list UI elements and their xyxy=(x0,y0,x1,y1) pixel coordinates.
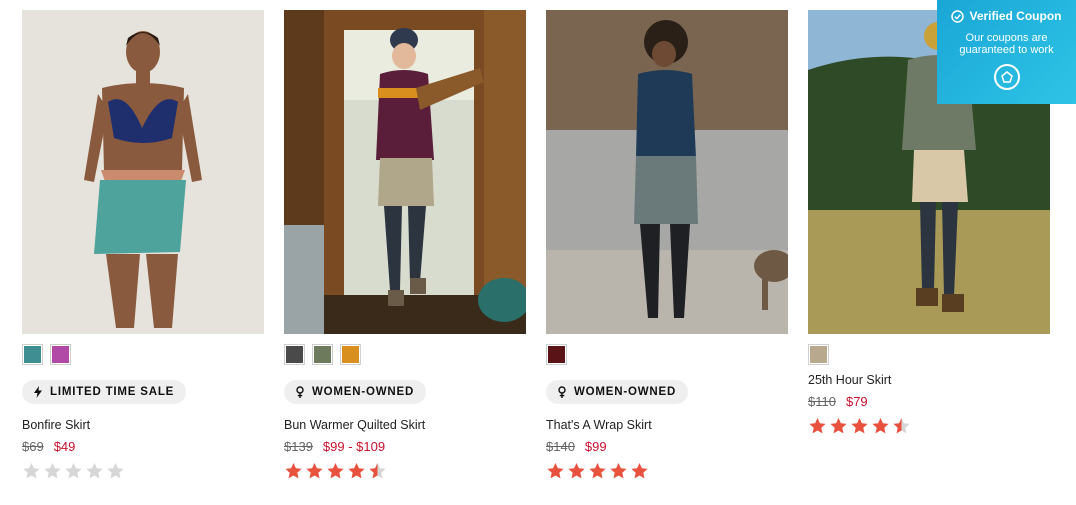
check-circle-icon xyxy=(951,9,965,23)
star-icon xyxy=(830,418,847,434)
star-icon xyxy=(348,463,365,479)
color-swatch[interactable] xyxy=(284,344,305,365)
product-price: $140 $99 xyxy=(546,439,788,454)
coupon-title-text: Verified Coupon xyxy=(969,9,1062,23)
original-price: $139 xyxy=(284,439,313,454)
star-icon xyxy=(107,463,124,479)
product-price: $110 $79 xyxy=(808,394,1050,409)
star-icon xyxy=(369,463,386,479)
product-name[interactable]: That's A Wrap Skirt xyxy=(546,418,788,432)
product-badge: LIMITED TIME SALE xyxy=(22,380,187,404)
star-icon xyxy=(306,463,323,479)
coupon-logo-icon xyxy=(993,64,1020,90)
product-card[interactable]: WOMEN-OWNED Bun Warmer Quilted Skirt $13… xyxy=(284,10,526,480)
product-name[interactable]: Bonfire Skirt xyxy=(22,418,264,432)
star-icon xyxy=(86,463,103,479)
lightning-icon xyxy=(34,386,42,398)
star-icon xyxy=(809,418,826,434)
color-swatches xyxy=(546,344,788,365)
star-icon xyxy=(23,463,40,479)
color-swatch[interactable] xyxy=(546,344,567,365)
product-name[interactable]: 25th Hour Skirt xyxy=(808,373,1050,387)
star-icon xyxy=(547,463,564,479)
product-price: $69 $49 xyxy=(22,439,264,454)
star-icon xyxy=(285,463,302,479)
product-badge: WOMEN-OWNED xyxy=(284,380,427,404)
product-name[interactable]: Bun Warmer Quilted Skirt xyxy=(284,418,526,432)
female-icon xyxy=(296,386,304,398)
coupon-subtitle-line: guaranteed to work xyxy=(959,44,1054,56)
badge-label: WOMEN-OWNED xyxy=(312,386,415,398)
star-icon xyxy=(610,463,627,479)
star-rating xyxy=(22,462,264,480)
coupon-subtitle-line: Our coupons are xyxy=(965,32,1048,44)
coupon-title: Verified Coupon xyxy=(937,9,1076,23)
product-grid: LIMITED TIME SALE Bonfire Skirt $69 $49 xyxy=(22,10,1050,480)
sale-price: $99 - $109 xyxy=(322,439,386,454)
color-swatch[interactable] xyxy=(312,344,333,365)
star-icon xyxy=(631,463,648,479)
star-rating xyxy=(284,462,526,480)
original-price: $69 xyxy=(22,439,44,454)
verified-coupon-widget[interactable]: Verified Coupon Our coupons are guarante… xyxy=(937,0,1076,104)
color-swatch[interactable] xyxy=(50,344,71,365)
color-swatches xyxy=(808,344,1050,365)
star-rating xyxy=(546,462,788,480)
product-image[interactable] xyxy=(284,10,526,334)
sale-price: $49 xyxy=(53,439,76,454)
product-card[interactable]: WOMEN-OWNED That's A Wrap Skirt $140 $99 xyxy=(546,10,788,480)
swatch-color xyxy=(24,346,41,363)
sale-price: $99 xyxy=(584,439,607,454)
star-icon xyxy=(65,463,82,479)
star-icon xyxy=(568,463,585,479)
star-rating xyxy=(808,417,1050,435)
product-image[interactable] xyxy=(546,10,788,334)
product-card[interactable]: LIMITED TIME SALE Bonfire Skirt $69 $49 xyxy=(22,10,264,480)
product-image[interactable] xyxy=(22,10,264,334)
star-icon xyxy=(44,463,61,479)
badge-label: WOMEN-OWNED xyxy=(574,386,677,398)
star-icon xyxy=(893,418,910,434)
star-icon xyxy=(872,418,889,434)
star-icon xyxy=(589,463,606,479)
swatch-color xyxy=(810,346,827,363)
product-badge: WOMEN-OWNED xyxy=(546,380,689,404)
color-swatches xyxy=(284,344,526,365)
product-price: $139 $99 - $109 xyxy=(284,439,526,454)
color-swatch[interactable] xyxy=(22,344,43,365)
color-swatch[interactable] xyxy=(808,344,829,365)
original-price: $140 xyxy=(546,439,575,454)
swatch-color xyxy=(286,346,303,363)
coupon-subtitle: Our coupons are guaranteed to work xyxy=(937,32,1076,56)
star-icon xyxy=(851,418,868,434)
female-icon xyxy=(558,386,566,398)
star-icon xyxy=(327,463,344,479)
swatch-color xyxy=(52,346,69,363)
badge-label: LIMITED TIME SALE xyxy=(50,386,175,398)
swatch-color xyxy=(314,346,331,363)
swatch-color xyxy=(342,346,359,363)
original-price: $110 xyxy=(808,394,836,409)
color-swatches xyxy=(22,344,264,365)
swatch-color xyxy=(548,346,565,363)
sale-price: $79 xyxy=(845,394,868,409)
color-swatch[interactable] xyxy=(340,344,361,365)
